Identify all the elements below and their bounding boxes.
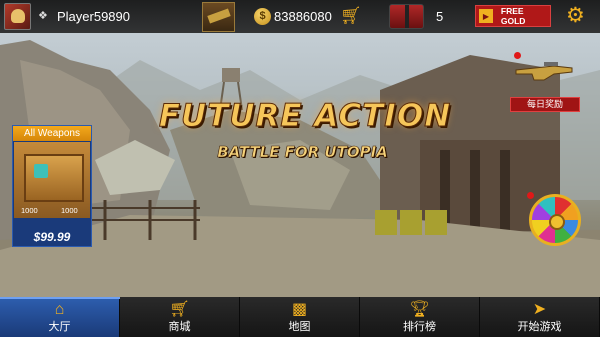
nav-label: 排行榜 [403,320,436,333]
gift-box-icon[interactable] [389,4,424,29]
cart-icon: 🛒︎ [169,300,190,318]
rifle-icon [515,62,573,81]
nav-shop[interactable]: 🛒︎ 商城 [120,297,240,337]
nav-label: 开始游戏 [517,320,562,333]
trophy-icon: 🏆︎ [409,300,430,318]
daily-reward-label: 每日奖励 [510,97,580,112]
shop-cart-icon[interactable]: 🛒︎ [340,6,362,26]
crate-item-count: 1000 [21,206,38,215]
free-gold-button[interactable]: ▶ FREE GOLD [475,5,551,27]
play-icon: ▶ [479,9,493,23]
crate-thumbnail[interactable] [202,2,235,32]
coin-amount: 83886080 [274,9,332,24]
nav-label: 地图 [288,320,311,333]
rank-chevron-icon: ❖ [38,10,48,22]
coin-icon: $ [254,8,271,25]
nav-label: 商城 [168,320,191,333]
nav-map[interactable]: ▩ 地图 [240,297,360,337]
nav-label: 大厅 [48,320,71,333]
bullet-icon: ➤ [532,300,547,318]
home-icon: ⌂ [54,300,65,318]
game-subtitle: BATTLE FOR UTOPIA [217,143,388,162]
bottom-nav: ⌂ 大厅 🛒︎ 商城 ▩ 地图 🏆︎ 排行榜 ➤ 开始游戏 [0,297,600,337]
all-weapons-title: All Weapons [13,126,91,141]
notification-dot [514,52,521,59]
nav-start-game[interactable]: ➤ 开始游戏 [480,297,600,337]
nav-leaderboard[interactable]: 🏆︎ 排行榜 [360,297,480,337]
game-title: FUTURE ACTION [158,98,452,135]
weapons-price: $99.99 [33,230,71,244]
player-avatar[interactable] [4,3,31,30]
nav-lobby[interactable]: ⌂ 大厅 [0,297,120,337]
gift-count: 5 [436,9,444,24]
lucky-wheel-button[interactable] [529,194,581,246]
notification-dot [527,192,534,199]
top-bar: ❖ Player59890 $ 83886080 🛒︎ 5 ▶ FREE GOL… [0,0,600,33]
settings-gear-icon[interactable]: ⚙ [566,4,585,28]
free-gold-label: FREE GOLD [500,6,526,26]
player-name[interactable]: Player59890 [57,9,130,24]
crate-item-count: 1000 [61,206,78,215]
all-weapons-offer[interactable]: All Weapons 1000 1000 $99.99 [12,125,92,247]
daily-reward-button[interactable]: 每日奖励 [510,52,580,112]
map-icon: ▩ [291,300,308,318]
